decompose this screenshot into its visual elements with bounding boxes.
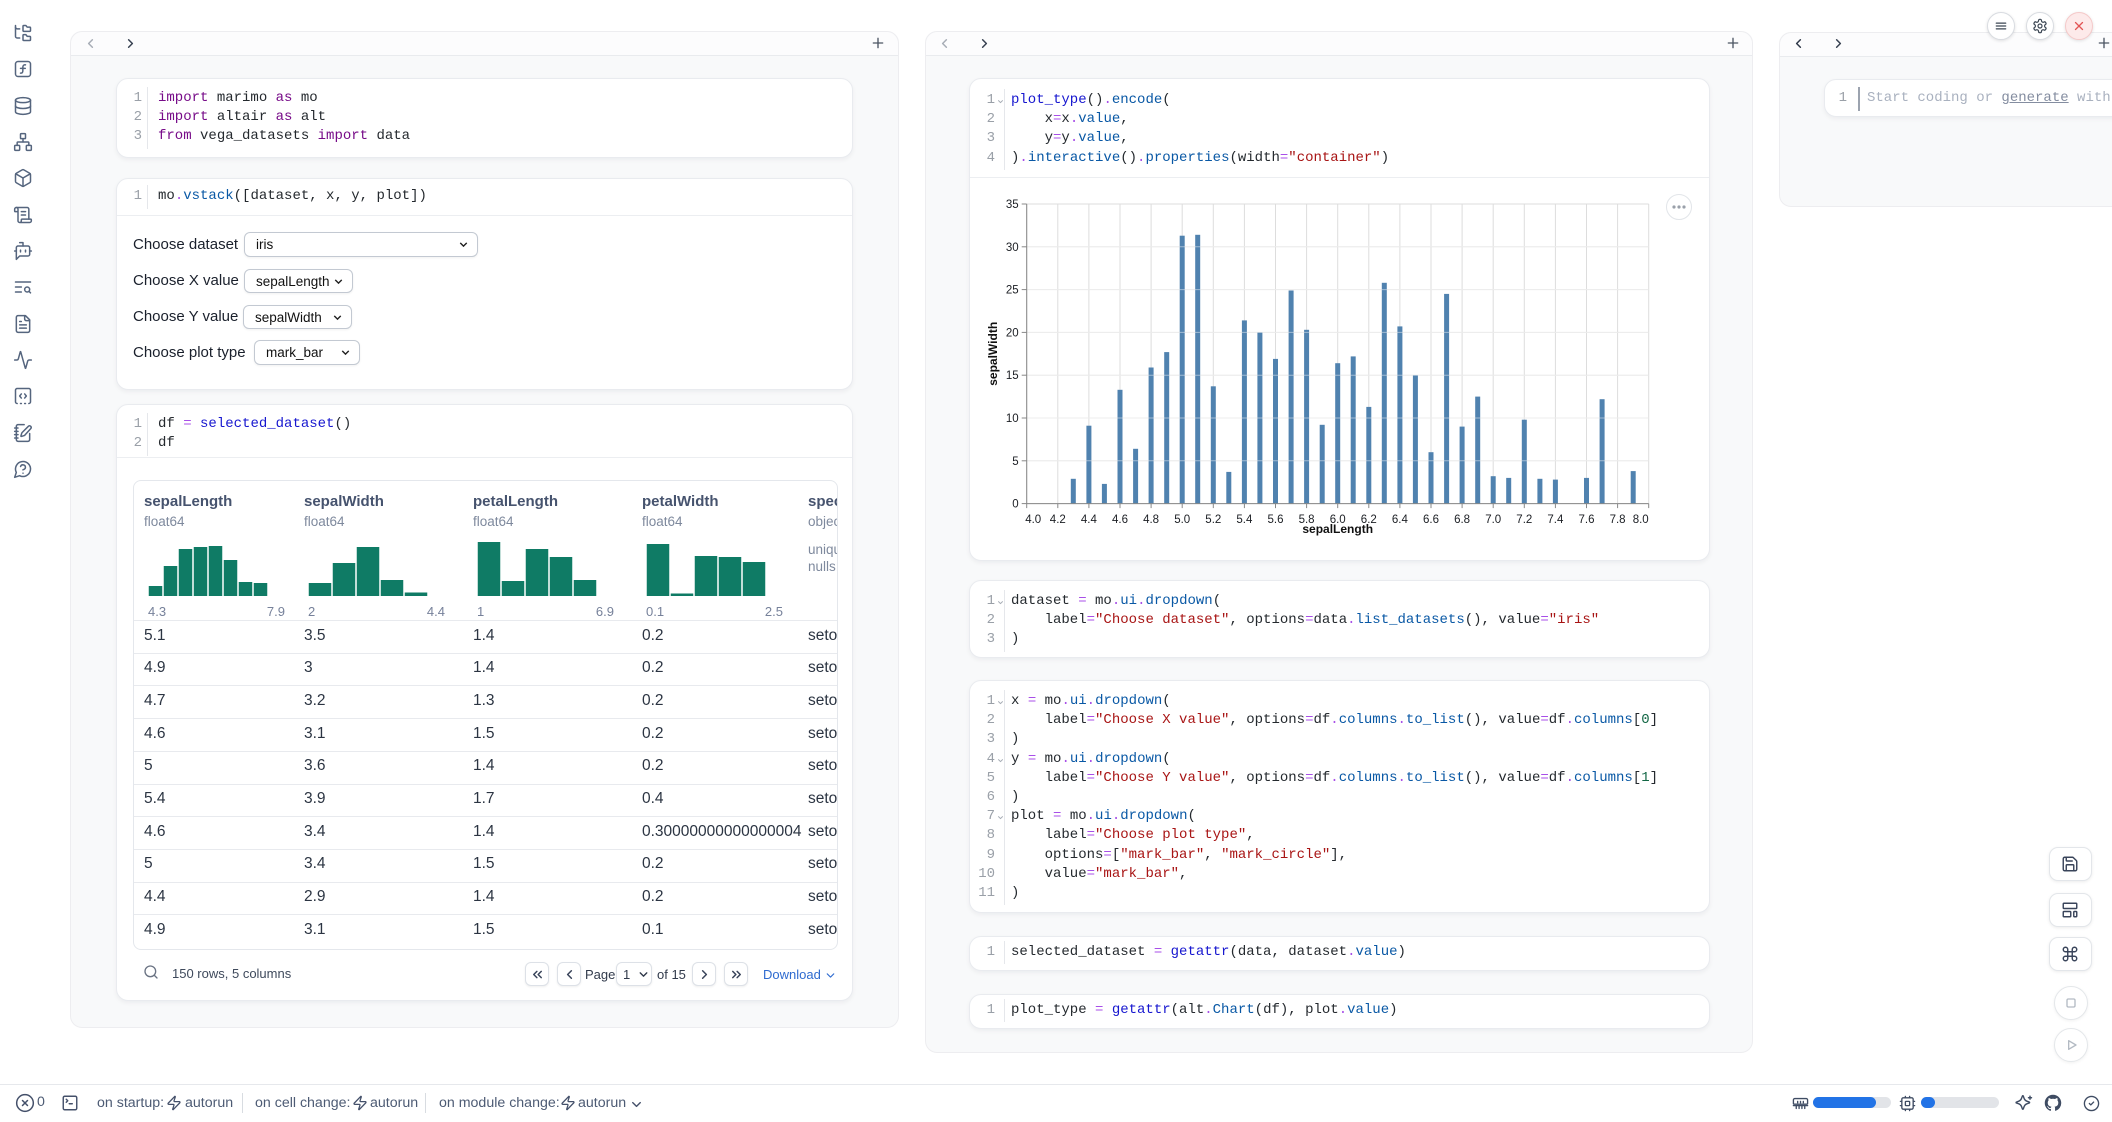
svg-text:25: 25	[1006, 285, 1019, 297]
svg-text:sepalWidth: sepalWidth	[986, 322, 1000, 386]
svg-text:7.8: 7.8	[1610, 514, 1626, 526]
svg-text:5.6: 5.6	[1268, 514, 1284, 526]
svg-text:7.6: 7.6	[1579, 514, 1595, 526]
svg-text:4.2: 4.2	[1050, 514, 1066, 526]
svg-text:6.6: 6.6	[1423, 514, 1439, 526]
svg-text:5.0: 5.0	[1174, 514, 1190, 526]
svg-text:0: 0	[1012, 499, 1018, 511]
svg-text:30: 30	[1006, 242, 1019, 254]
svg-text:10: 10	[1006, 413, 1019, 425]
svg-text:5: 5	[1012, 456, 1018, 468]
svg-text:35: 35	[1006, 199, 1019, 211]
svg-text:5.4: 5.4	[1236, 514, 1253, 526]
svg-text:7.4: 7.4	[1547, 514, 1564, 526]
svg-text:15: 15	[1006, 370, 1019, 382]
svg-text:4.8: 4.8	[1143, 514, 1159, 526]
svg-text:8.0: 8.0	[1633, 514, 1649, 526]
svg-text:7.2: 7.2	[1516, 514, 1532, 526]
svg-text:4.6: 4.6	[1112, 514, 1128, 526]
svg-text:20: 20	[1006, 327, 1019, 339]
svg-text:6.4: 6.4	[1392, 514, 1409, 526]
svg-text:5.2: 5.2	[1205, 514, 1221, 526]
svg-text:6.8: 6.8	[1454, 514, 1470, 526]
svg-text:4.0: 4.0	[1025, 514, 1041, 526]
svg-text:sepalLength: sepalLength	[1302, 522, 1373, 536]
svg-text:4.4: 4.4	[1081, 514, 1098, 526]
svg-text:7.0: 7.0	[1485, 514, 1501, 526]
